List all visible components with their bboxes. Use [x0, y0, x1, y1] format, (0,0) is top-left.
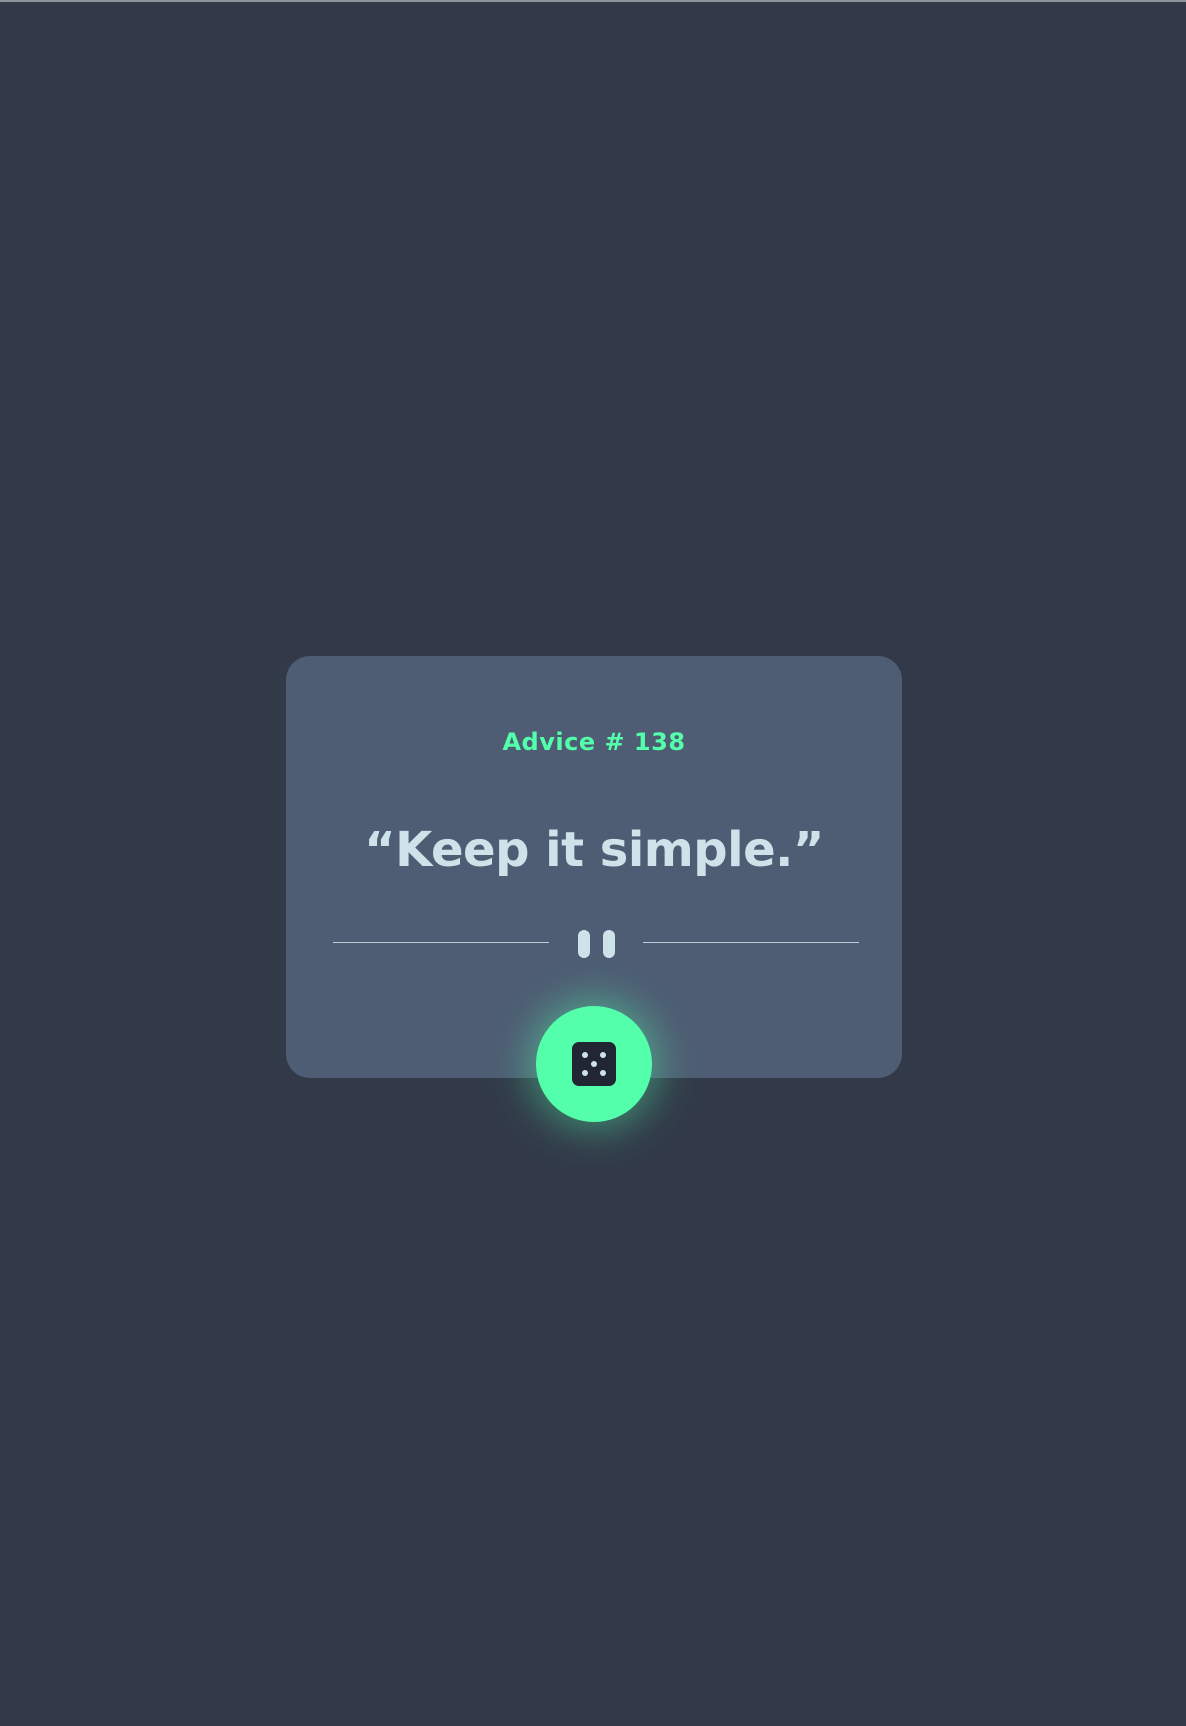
window-top-border: [0, 0, 1186, 2]
advice-number-label: Advice # 138: [502, 728, 686, 756]
advice-quote: “Keep it simple.”: [364, 822, 824, 878]
pause-icon: [578, 930, 616, 958]
new-advice-button[interactable]: [536, 1006, 652, 1122]
pause-bar-right: [603, 930, 615, 958]
divider-line-left: [333, 942, 549, 943]
pause-bar-left: [578, 930, 590, 958]
divider-line-right: [643, 942, 859, 943]
dice-icon: [572, 1042, 616, 1086]
pattern-divider: [333, 930, 859, 958]
